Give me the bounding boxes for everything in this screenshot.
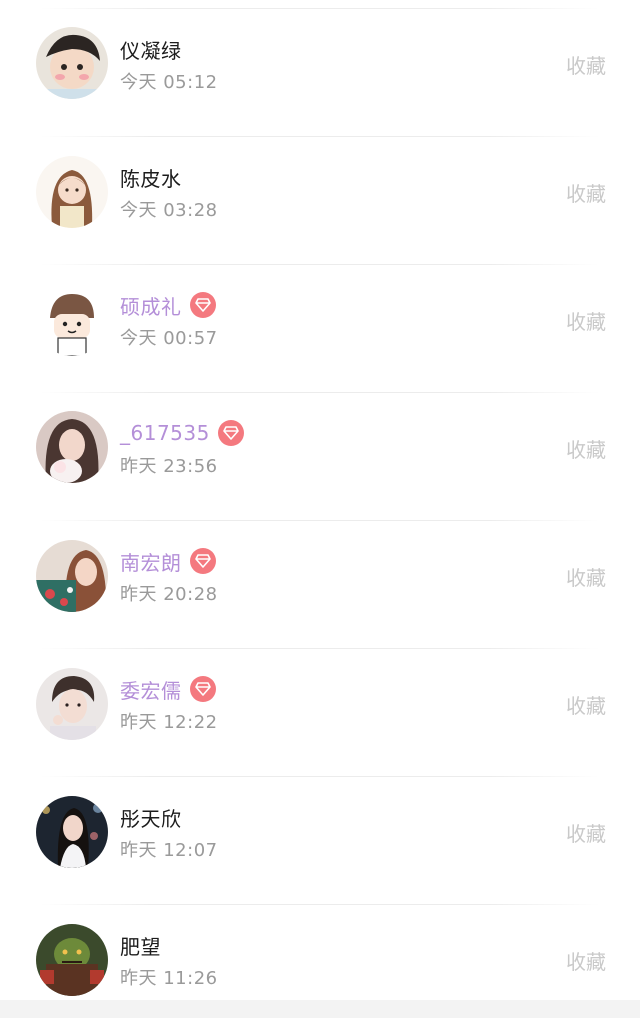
- user-name: 硕成礼: [120, 294, 182, 319]
- favorite-button[interactable]: 收藏: [566, 178, 606, 207]
- diamond-icon: [189, 548, 216, 574]
- name-line: 陈皮水: [120, 162, 182, 192]
- timestamp: 今天 03:28: [120, 200, 218, 221]
- timestamp: 昨天 23:56: [120, 456, 218, 477]
- diamond-icon: [217, 420, 244, 446]
- name-line: _617535: [120, 418, 244, 448]
- timestamp: 昨天 20:28: [120, 584, 218, 605]
- favorite-button[interactable]: 收藏: [566, 50, 606, 79]
- user-name: 委宏儒: [120, 678, 182, 703]
- diamond-icon: [189, 292, 216, 318]
- avatar-girl-drawing-icon[interactable]: [36, 156, 108, 228]
- collection-list: 仪凝绿 今天 05:12 收藏 陈皮水 今天 03:28 收藏 硕成礼 今天 0…: [0, 0, 640, 1018]
- timestamp: 昨天 12:22: [120, 712, 218, 733]
- timestamp: 昨天 12:07: [120, 840, 218, 861]
- timestamp: 今天 00:57: [120, 328, 218, 349]
- avatar-girl-cartoon-icon[interactable]: [36, 27, 108, 99]
- avatar-boy-photo-icon[interactable]: [36, 668, 108, 740]
- user-name: 南宏朗: [120, 550, 182, 575]
- avatar-girl-photo-icon[interactable]: [36, 540, 108, 612]
- timestamp: 今天 05:12: [120, 72, 218, 93]
- timestamp: 昨天 11:26: [120, 968, 218, 989]
- name-line: 委宏儒: [120, 674, 216, 704]
- list-item[interactable]: 彤天欣 昨天 12:07 收藏: [0, 768, 640, 896]
- name-line: 肥望: [120, 930, 161, 960]
- favorite-button[interactable]: 收藏: [566, 562, 606, 591]
- user-name: 肥望: [120, 934, 161, 959]
- user-name: 陈皮水: [120, 166, 182, 191]
- name-line: 彤天欣: [120, 802, 182, 832]
- avatar-cartoon-boy-icon[interactable]: [36, 284, 108, 356]
- diamond-icon: [189, 676, 216, 702]
- user-name: _617535: [120, 421, 210, 445]
- favorite-button[interactable]: 收藏: [566, 306, 606, 335]
- favorite-button[interactable]: 收藏: [566, 690, 606, 719]
- favorite-button[interactable]: 收藏: [566, 818, 606, 847]
- list-item[interactable]: 委宏儒 昨天 12:22 收藏: [0, 640, 640, 768]
- list-item[interactable]: 南宏朗 昨天 20:28 收藏: [0, 512, 640, 640]
- list-item[interactable]: _617535 昨天 23:56 收藏: [0, 384, 640, 512]
- user-name: 彤天欣: [120, 806, 182, 831]
- user-name: 仪凝绿: [120, 38, 182, 63]
- avatar-girl-photo-icon[interactable]: [36, 411, 108, 483]
- list-item[interactable]: 仪凝绿 今天 05:12 收藏: [0, 0, 640, 128]
- avatar-game-character-icon[interactable]: [36, 924, 108, 996]
- name-line: 仪凝绿: [120, 34, 182, 64]
- name-line: 硕成礼: [120, 290, 216, 320]
- favorite-button[interactable]: 收藏: [566, 946, 606, 975]
- avatar-girl-night-photo-icon[interactable]: [36, 796, 108, 868]
- list-item[interactable]: 硕成礼 今天 00:57 收藏: [0, 256, 640, 384]
- list-item[interactable]: 陈皮水 今天 03:28 收藏: [0, 128, 640, 256]
- favorite-button[interactable]: 收藏: [566, 434, 606, 463]
- name-line: 南宏朗: [120, 546, 216, 576]
- bottom-strip: [0, 1000, 640, 1018]
